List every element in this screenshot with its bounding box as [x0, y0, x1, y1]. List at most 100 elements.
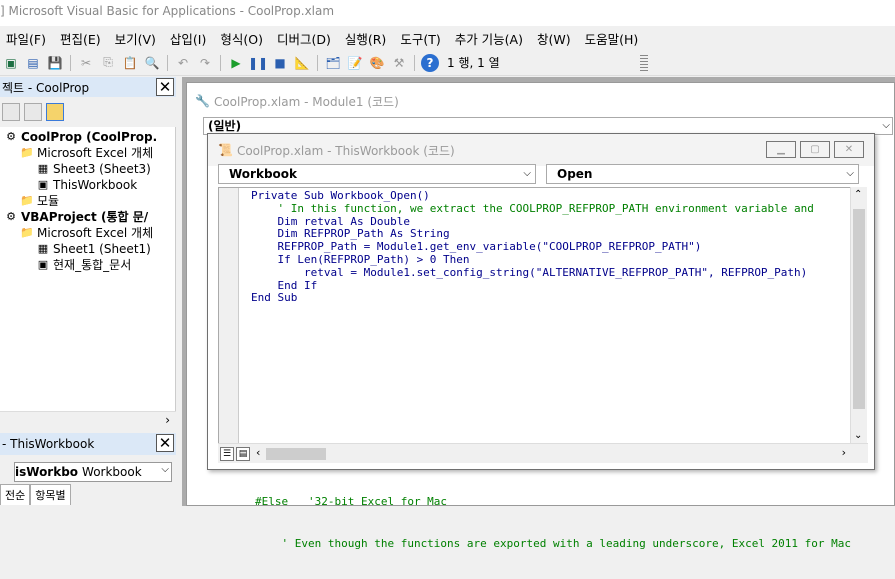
toolbar-grip[interactable]	[639, 54, 648, 71]
tab-categorized[interactable]: 항목별	[30, 484, 71, 505]
code-line: ' In this function, we extract the COOLP…	[251, 201, 814, 215]
cut-icon[interactable]: ✂	[77, 54, 95, 72]
chevron-down-icon[interactable]: ⌵	[161, 464, 169, 475]
close-project-pane-button[interactable]: ✕	[156, 78, 174, 96]
tree-node[interactable]: ▣ 현재_통합_문서	[0, 257, 175, 273]
maximize-button[interactable]: ▢	[800, 141, 830, 158]
design-mode-icon[interactable]: 📐	[293, 54, 311, 72]
menu-file[interactable]: 파일(F)	[0, 29, 54, 48]
procedure-view-icon[interactable]: ☰	[220, 447, 234, 461]
run-icon[interactable]: ▶	[227, 54, 245, 72]
code-combos: Workbook ⌵ Open ⌵	[218, 164, 868, 184]
tree-node-label: Sheet1 (Sheet1)	[53, 242, 151, 256]
tree-node[interactable]: 📁 Microsoft Excel 개체	[0, 145, 175, 161]
module-icon: 🔧	[195, 94, 210, 108]
close-button[interactable]: ✕	[834, 141, 864, 158]
project-pane-title-text: 젝트 - CoolProp	[2, 80, 90, 95]
code-line: If Len(REFPROP_Path) > 0 Then	[251, 252, 470, 266]
project-explorer-icon[interactable]: 🗂	[324, 54, 342, 72]
code-lines[interactable]: Private Sub Workbook_Open() ' In this fu…	[251, 189, 814, 305]
redo-icon[interactable]: ↷	[196, 54, 214, 72]
tree-node-label: Microsoft Excel 개체	[37, 226, 154, 240]
tree-node[interactable]: 📁 Microsoft Excel 개체	[0, 225, 175, 241]
copy-icon[interactable]: ⎘	[99, 54, 117, 72]
procedure-combo[interactable]: Open ⌵	[546, 164, 859, 184]
code-line: ' Even though the functions are exported…	[255, 537, 852, 550]
module1-combo-value: (일반)	[208, 119, 242, 133]
menu-tools[interactable]: 도구(T)	[394, 29, 448, 48]
tree-node[interactable]: ▦ Sheet1 (Sheet1)	[0, 241, 175, 257]
vscroll-thumb[interactable]	[853, 209, 865, 409]
insert-userform-icon[interactable]: ▤	[24, 54, 42, 72]
properties-window-icon[interactable]: 📝	[346, 54, 364, 72]
menu-help[interactable]: 도움말(H)	[579, 29, 647, 48]
code-editor[interactable]: Private Sub Workbook_Open() ' In this fu…	[218, 187, 850, 443]
tree-node[interactable]: ⚙ CoolProp (CoolProp.	[0, 129, 175, 145]
object-browser-icon[interactable]: 🎨	[368, 54, 386, 72]
vba-project-icon: ⚙	[6, 130, 16, 143]
minimize-button[interactable]: ▁	[766, 141, 796, 158]
project-tree[interactable]: ⚙ CoolProp (CoolProp. 📁 Microsoft Excel 개체 ▦…	[0, 127, 176, 411]
module1-title-bar[interactable]: 🔧 CoolProp.xlam - Module1 (코드)	[187, 83, 894, 119]
tree-node-label: VBAProject (통합 문/	[21, 210, 149, 224]
code-line: retval = Module1.set_config_string("ALTE…	[251, 265, 808, 279]
code-line: Private Sub Workbook_Open()	[251, 189, 430, 202]
standard-toolbar: ▣ ▤ 💾 ✂ ⎘ 📋 🔍 ↶ ↷ ▶ ❚❚ ■ 📐 🗂 📝 🎨 ⚒ ? 1 행…	[0, 50, 895, 76]
view-code-icon[interactable]	[2, 103, 20, 121]
object-combo[interactable]: Workbook ⌵	[218, 164, 536, 184]
view-object-icon[interactable]	[24, 103, 42, 121]
save-icon[interactable]: 💾	[46, 54, 64, 72]
menu-addins[interactable]: 추가 기능(A)	[449, 29, 531, 48]
menu-run[interactable]: 실행(R)	[339, 29, 394, 48]
tree-node[interactable]: ▦ Sheet3 (Sheet3)	[0, 161, 175, 177]
scroll-right-icon[interactable]: ›	[165, 413, 170, 427]
reset-icon[interactable]: ■	[271, 54, 289, 72]
toggle-folders-icon[interactable]	[46, 103, 64, 121]
properties-pane-title-text: - ThisWorkbook	[2, 437, 95, 451]
chevron-down-icon[interactable]: ⌵	[523, 165, 531, 183]
toolbar-separator	[220, 54, 221, 71]
toolbox-icon[interactable]: ⚒	[390, 54, 408, 72]
undo-icon[interactable]: ↶	[174, 54, 192, 72]
thisworkbook-title-bar[interactable]: 📜 CoolProp.xlam - ThisWorkbook (코드) ▁ ▢ …	[208, 134, 874, 166]
menu-insert[interactable]: 삽입(I)	[164, 29, 214, 48]
project-tree-hscroll[interactable]: ›	[0, 411, 176, 429]
full-module-view-icon[interactable]: ▤	[236, 447, 250, 461]
code-line: #Else '32-bit Excel for Mac	[255, 495, 448, 508]
margin-indicator-bar[interactable]	[219, 188, 239, 443]
scroll-left-icon[interactable]: ‹	[256, 446, 260, 459]
code-hscroll[interactable]: ☰ ▤ ‹ ›	[218, 443, 868, 463]
module1-code[interactable]: #Else '32-bit Excel for Mac ' Even thoug…	[255, 467, 851, 579]
code-vscroll[interactable]: ⌃ ⌄	[850, 187, 867, 443]
tree-node-label: ThisWorkbook	[53, 178, 138, 192]
tree-node-label: Sheet3 (Sheet3)	[53, 162, 151, 176]
tree-node[interactable]: ▣ ThisWorkbook	[0, 177, 175, 193]
tab-alphabetic[interactable]: 전순	[0, 484, 31, 505]
menu-window[interactable]: 창(W)	[531, 29, 579, 48]
chevron-down-icon[interactable]: ⌵	[882, 118, 890, 134]
code-line: End If	[251, 278, 318, 292]
properties-object-combo[interactable]: isWorkbo Workbook ⌵	[14, 462, 172, 482]
tree-node[interactable]: 📁 모듈	[0, 193, 175, 209]
tree-node-label: 모듈	[37, 194, 60, 208]
menu-bar: 파일(F) 편집(E) 보기(V) 삽입(I) 형식(O) 디버그(D) 실행(…	[0, 26, 895, 50]
folder-icon: 📁	[20, 194, 34, 207]
menu-edit[interactable]: 편집(E)	[54, 29, 109, 48]
scroll-right-icon[interactable]: ›	[842, 446, 846, 459]
scroll-down-icon[interactable]: ⌄	[854, 430, 862, 441]
help-icon[interactable]: ?	[421, 53, 439, 72]
thisworkbook-code-window[interactable]: 📜 CoolProp.xlam - ThisWorkbook (코드) ▁ ▢ …	[207, 133, 875, 470]
menu-format[interactable]: 형식(O)	[214, 29, 271, 48]
close-properties-pane-button[interactable]: ✕	[156, 434, 174, 452]
toolbar-separator	[167, 54, 168, 71]
menu-debug[interactable]: 디버그(D)	[271, 29, 339, 48]
find-icon[interactable]: 🔍	[143, 54, 161, 72]
scroll-up-icon[interactable]: ⌃	[854, 189, 862, 200]
menu-view[interactable]: 보기(V)	[109, 29, 164, 48]
excel-icon[interactable]: ▣	[2, 54, 20, 72]
tree-node[interactable]: ⚙ VBAProject (통합 문/	[0, 209, 175, 225]
break-icon[interactable]: ❚❚	[248, 54, 268, 72]
hscroll-thumb[interactable]	[266, 448, 326, 460]
paste-icon[interactable]: 📋	[121, 54, 139, 72]
chevron-down-icon[interactable]: ⌵	[846, 165, 854, 183]
